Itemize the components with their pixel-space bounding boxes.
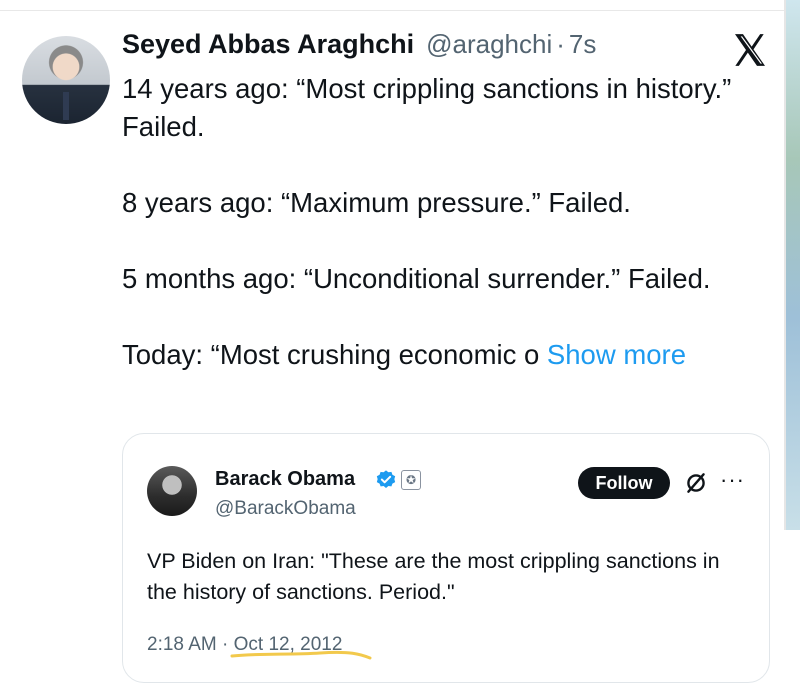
- tweet-header: Seyed Abbas Araghchi @araghchi · 7s: [122, 29, 596, 60]
- follow-button[interactable]: Follow: [578, 467, 670, 499]
- quoted-tweet-time: 2:18 AM: [147, 634, 217, 655]
- highlight-underline: [230, 650, 372, 660]
- government-seal-icon: ✪: [401, 470, 421, 490]
- tweet-line-4-text: Today: “Most crushing economic o: [122, 339, 540, 370]
- separator-dot: ·: [556, 29, 565, 59]
- quoted-author-name[interactable]: Barack Obama: [215, 468, 355, 491]
- author-avatar[interactable]: [22, 36, 110, 124]
- tweet-screenshot: Seyed Abbas Araghchi @araghchi · 7s 14 y…: [0, 0, 800, 683]
- grok-icon[interactable]: [683, 470, 709, 496]
- tweet-body: 14 years ago: “Most crippling sanctions …: [122, 70, 762, 374]
- separator-dot: ·: [222, 634, 229, 655]
- tweet-line-2: 8 years ago: “Maximum pressure.” Failed.: [122, 187, 631, 218]
- more-options-icon[interactable]: ···: [720, 467, 745, 493]
- verified-badge-icon: [376, 470, 396, 488]
- quoted-author-avatar[interactable]: [147, 466, 197, 516]
- author-handle[interactable]: @araghchi: [426, 29, 552, 60]
- x-logo-icon: [735, 34, 765, 66]
- tweet-line-3: 5 months ago: “Unconditional surrender.”…: [122, 263, 711, 294]
- show-more-link[interactable]: Show more: [547, 339, 686, 370]
- quoted-author-handle[interactable]: @BarackObama: [215, 498, 356, 520]
- divider: [0, 10, 784, 11]
- quoted-tweet-text: VP Biden on Iran: "These are the most cr…: [147, 549, 720, 604]
- quoted-tweet-card[interactable]: Barack Obama ✪ @BarackObama Follow ··· V…: [122, 433, 770, 683]
- background-image-edge: [784, 0, 800, 530]
- tweet-line-1: 14 years ago: “Most crippling sanctions …: [122, 73, 732, 142]
- tweet-line-4: Today: “Most crushing economic o Show mo…: [122, 336, 762, 374]
- tweet-time[interactable]: 7s: [569, 29, 596, 60]
- author-name[interactable]: Seyed Abbas Araghchi: [122, 29, 414, 60]
